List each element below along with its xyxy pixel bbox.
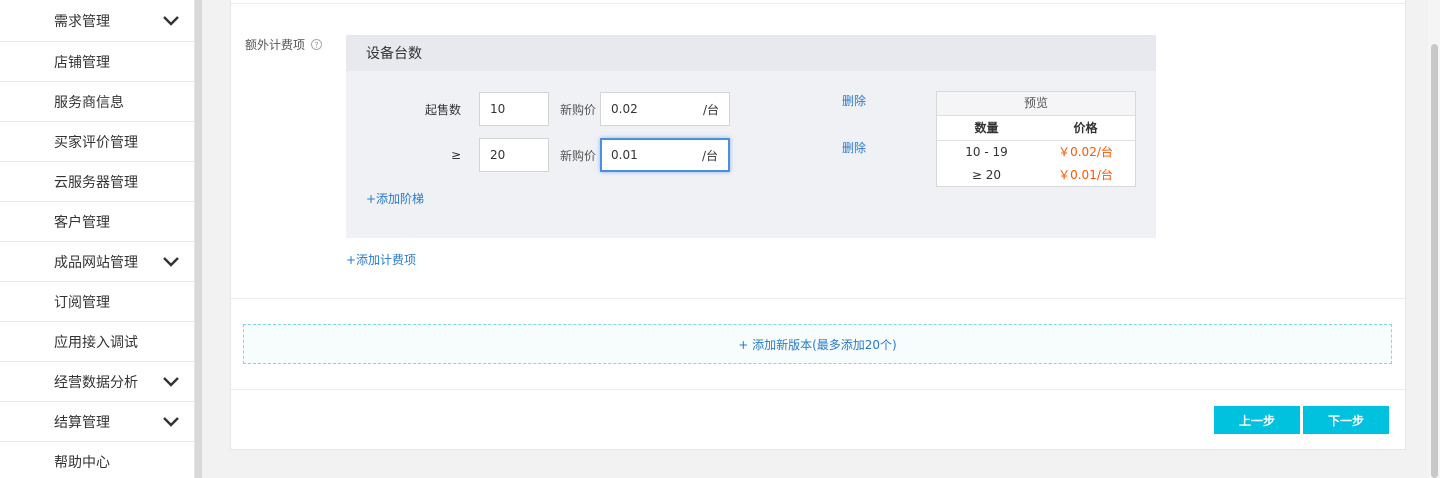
preview-price: ￥0.01/台: [1058, 168, 1113, 182]
sidebar-item-label: 订阅管理: [54, 294, 110, 311]
tier-row: ≥ 20 新购价 0.01 /台: [346, 137, 731, 173]
sidebar-item-websites[interactable]: 成品网站管理: [0, 242, 194, 282]
sidebar-item-analytics[interactable]: 经营数据分析: [0, 362, 194, 402]
sidebar-item-settlement[interactable]: 结算管理: [0, 402, 194, 442]
panel-title: 设备台数: [346, 35, 1156, 71]
delete-tier-link[interactable]: 删除: [842, 139, 866, 156]
price-input[interactable]: 0.02 /台: [600, 92, 731, 126]
sidebar-item-label: 店铺管理: [54, 54, 110, 71]
tier-row: 起售数 10 新购价 0.02 /台: [346, 91, 731, 127]
page-scrollbar[interactable]: [1428, 0, 1440, 478]
sidebar-item-label: 客户管理: [54, 214, 110, 231]
form-card: 额外计费项 ? 设备台数 起售数 10 新购价 0.02 /台 删除 ≥ 20 …: [230, 0, 1406, 450]
preview-price: ￥0.02/台: [1058, 145, 1113, 159]
price-unit: /台: [702, 102, 720, 117]
main-content: 额外计费项 ? 设备台数 起售数 10 新购价 0.02 /台 删除 ≥ 20 …: [202, 0, 1440, 478]
chevron-down-icon: [163, 15, 179, 26]
tier-prefix: ≥: [450, 148, 461, 162]
scrollbar-thumb[interactable]: [1431, 44, 1438, 478]
preview-qty: 10 - 19: [965, 145, 1008, 159]
sidebar-item-cloud-servers[interactable]: 云服务器管理: [0, 162, 194, 202]
sidebar-item-requirements[interactable]: 需求管理: [0, 0, 194, 42]
preview-col-price: 价格: [1073, 121, 1098, 135]
prev-step-button[interactable]: 上一步: [1214, 406, 1300, 434]
divider: [231, 298, 1405, 299]
chevron-down-icon: [163, 256, 179, 267]
chevron-down-icon: [163, 376, 179, 387]
divider: [231, 389, 1405, 390]
preview-col-qty: 数量: [974, 121, 999, 135]
add-fee-link[interactable]: +添加计费项: [346, 251, 416, 268]
next-step-button[interactable]: 下一步: [1303, 406, 1389, 434]
quantity-input[interactable]: 20: [479, 138, 549, 172]
sidebar-item-label: 成品网站管理: [54, 254, 138, 271]
sidebar-item-store[interactable]: 店铺管理: [0, 42, 194, 82]
delete-tier-link[interactable]: 删除: [842, 92, 866, 109]
fee-item-panel: 设备台数 起售数 10 新购价 0.02 /台 删除 ≥ 20 新购价 0.01…: [346, 35, 1156, 238]
sidebar-item-label: 经营数据分析: [54, 374, 138, 391]
extra-fee-label: 额外计费项 ?: [245, 36, 323, 53]
sidebar-item-buyer-reviews[interactable]: 买家评价管理: [0, 122, 194, 162]
extra-fee-label-text: 额外计费项: [245, 38, 306, 52]
sidebar-item-app-debug[interactable]: 应用接入调试: [0, 322, 194, 362]
sidebar-item-label: 帮助中心: [54, 454, 110, 471]
sidebar-item-help[interactable]: 帮助中心: [0, 442, 194, 478]
sidebar-item-label: 应用接入调试: [54, 334, 138, 351]
price-input[interactable]: 0.01 /台: [600, 138, 731, 172]
tier-prefix: 起售数: [424, 102, 461, 117]
price-value: 0.01: [611, 148, 638, 162]
price-label: 新购价: [560, 102, 597, 117]
chevron-down-icon: [163, 416, 179, 427]
price-label: 新购价: [560, 148, 597, 163]
sidebar-item-label: 结算管理: [54, 414, 110, 431]
sidebar-item-customers[interactable]: 客户管理: [0, 202, 194, 242]
sidebar-item-label: 买家评价管理: [54, 134, 138, 151]
sidebar-item-subscriptions[interactable]: 订阅管理: [0, 282, 194, 322]
sidebar-item-label: 服务商信息: [54, 94, 124, 111]
table-row: ≥ 20 ￥0.01/台: [937, 164, 1135, 187]
sidebar: 需求管理 店铺管理 服务商信息 买家评价管理 云服务器管理 客户管理 成品网站管…: [0, 0, 195, 478]
add-version-button[interactable]: + 添加新版本(最多添加20个): [243, 324, 1392, 364]
add-tier-link[interactable]: +添加阶梯: [366, 190, 424, 207]
preview-qty: ≥ 20: [971, 168, 1002, 182]
price-value: 0.02: [611, 102, 638, 116]
sidebar-item-label: 需求管理: [54, 13, 110, 30]
divider: [231, 3, 1405, 4]
help-icon[interactable]: ?: [311, 39, 323, 50]
sidebar-item-label: 云服务器管理: [54, 174, 138, 191]
preview-table: 预览 数量 价格 10 - 19 ￥0.02/台 ≥ 20 ￥0.01/台: [936, 91, 1136, 187]
preview-title: 预览: [937, 92, 1135, 116]
preview-header: 数量 价格: [937, 116, 1135, 141]
table-row: 10 - 19 ￥0.02/台: [937, 141, 1135, 164]
price-unit: /台: [701, 148, 719, 163]
sidebar-item-provider-info[interactable]: 服务商信息: [0, 82, 194, 122]
quantity-input[interactable]: 10: [479, 92, 549, 126]
sidebar-scrollbar[interactable]: [195, 0, 202, 478]
